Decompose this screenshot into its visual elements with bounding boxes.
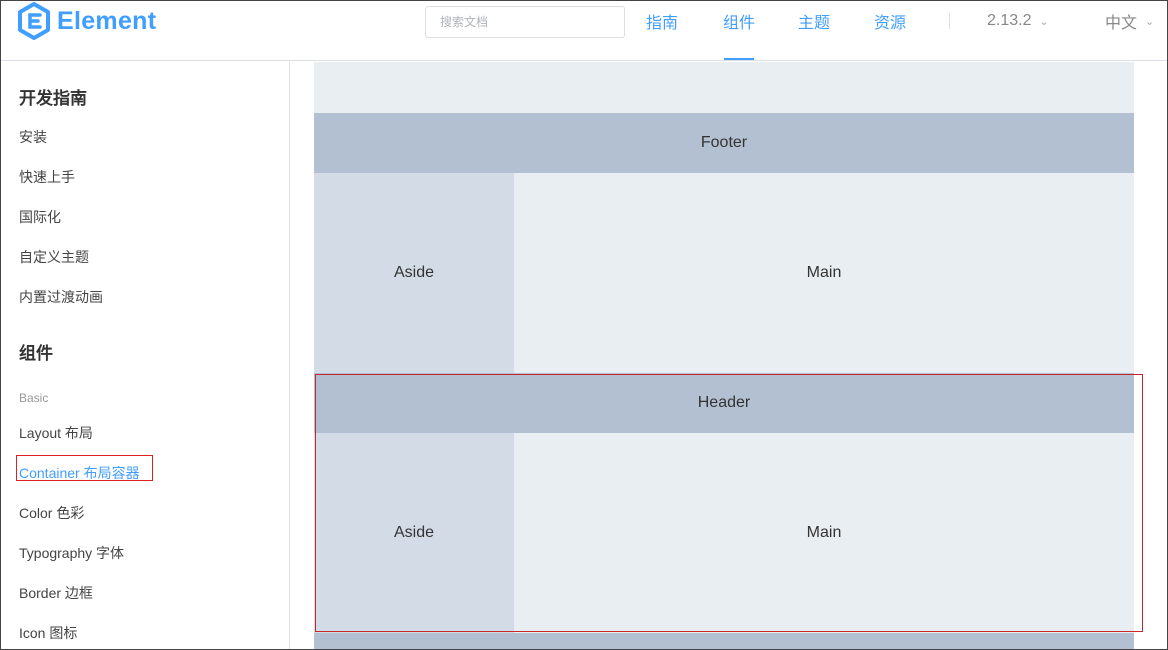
- highlight-box: [315, 374, 1143, 632]
- main-block-1: Main: [514, 173, 1134, 373]
- sidebar: 开发指南 安装 快速上手 国际化 自定义主题 内置过渡动画 组件 Basic L…: [1, 62, 290, 649]
- sidebar-item-quickstart[interactable]: 快速上手: [19, 167, 75, 187]
- aside-block-1: Aside: [314, 173, 514, 373]
- language-label: 中文: [1105, 15, 1138, 32]
- sidebar-subgroup-basic: Basic: [19, 391, 49, 405]
- header-block-next: [314, 633, 1134, 649]
- sidebar-item-i18n[interactable]: 国际化: [19, 207, 61, 227]
- main-label: Main: [806, 264, 842, 281]
- footer-label: Footer: [700, 134, 748, 151]
- logo-text: Element: [57, 6, 157, 35]
- sidebar-item-typography[interactable]: Typography 字体: [19, 543, 124, 563]
- nav-resources[interactable]: 资源: [874, 1, 906, 41]
- version-dropdown[interactable]: 2.13.2 ⌄: [987, 1, 1049, 41]
- sidebar-item-icon[interactable]: Icon 图标: [19, 623, 77, 643]
- chevron-down-icon: ⌄: [1039, 15, 1049, 28]
- nav-theme[interactable]: 主题: [798, 1, 830, 41]
- sidebar-item-custom-theme[interactable]: 自定义主题: [19, 247, 89, 267]
- search-input[interactable]: [425, 6, 625, 38]
- nav-components[interactable]: 组件: [723, 1, 755, 41]
- element-logo-icon: [18, 2, 50, 40]
- nav-guide[interactable]: 指南: [646, 1, 678, 41]
- sidebar-item-border[interactable]: Border 边框: [19, 583, 93, 603]
- browser-frame: Element 指南 组件 主题 资源 2.13.2 ⌄ 中文 ⌄ 开发指南 安…: [0, 0, 1168, 650]
- top-header: Element 指南 组件 主题 资源 2.13.2 ⌄ 中文 ⌄: [1, 1, 1167, 61]
- logo[interactable]: Element: [17, 1, 156, 41]
- highlight-box: [16, 455, 153, 481]
- aside-label: Aside: [393, 264, 435, 281]
- language-dropdown[interactable]: 中文 ⌄: [1105, 1, 1154, 41]
- sidebar-item-transition[interactable]: 内置过渡动画: [19, 287, 103, 307]
- nav-divider: [949, 13, 950, 29]
- sidebar-group-guide: 开发指南: [19, 89, 87, 108]
- sidebar-group-components: 组件: [19, 344, 53, 363]
- sidebar-item-color[interactable]: Color 色彩: [19, 503, 84, 523]
- version-label: 2.13.2: [987, 12, 1032, 29]
- active-nav-indicator: [724, 58, 754, 60]
- sidebar-item-layout[interactable]: Layout 布局: [19, 423, 93, 443]
- chevron-down-icon: ⌄: [1145, 15, 1155, 28]
- sidebar-item-install[interactable]: 安装: [19, 127, 47, 147]
- footer-block: Footer: [314, 113, 1134, 173]
- main-block-top: [314, 62, 1134, 113]
